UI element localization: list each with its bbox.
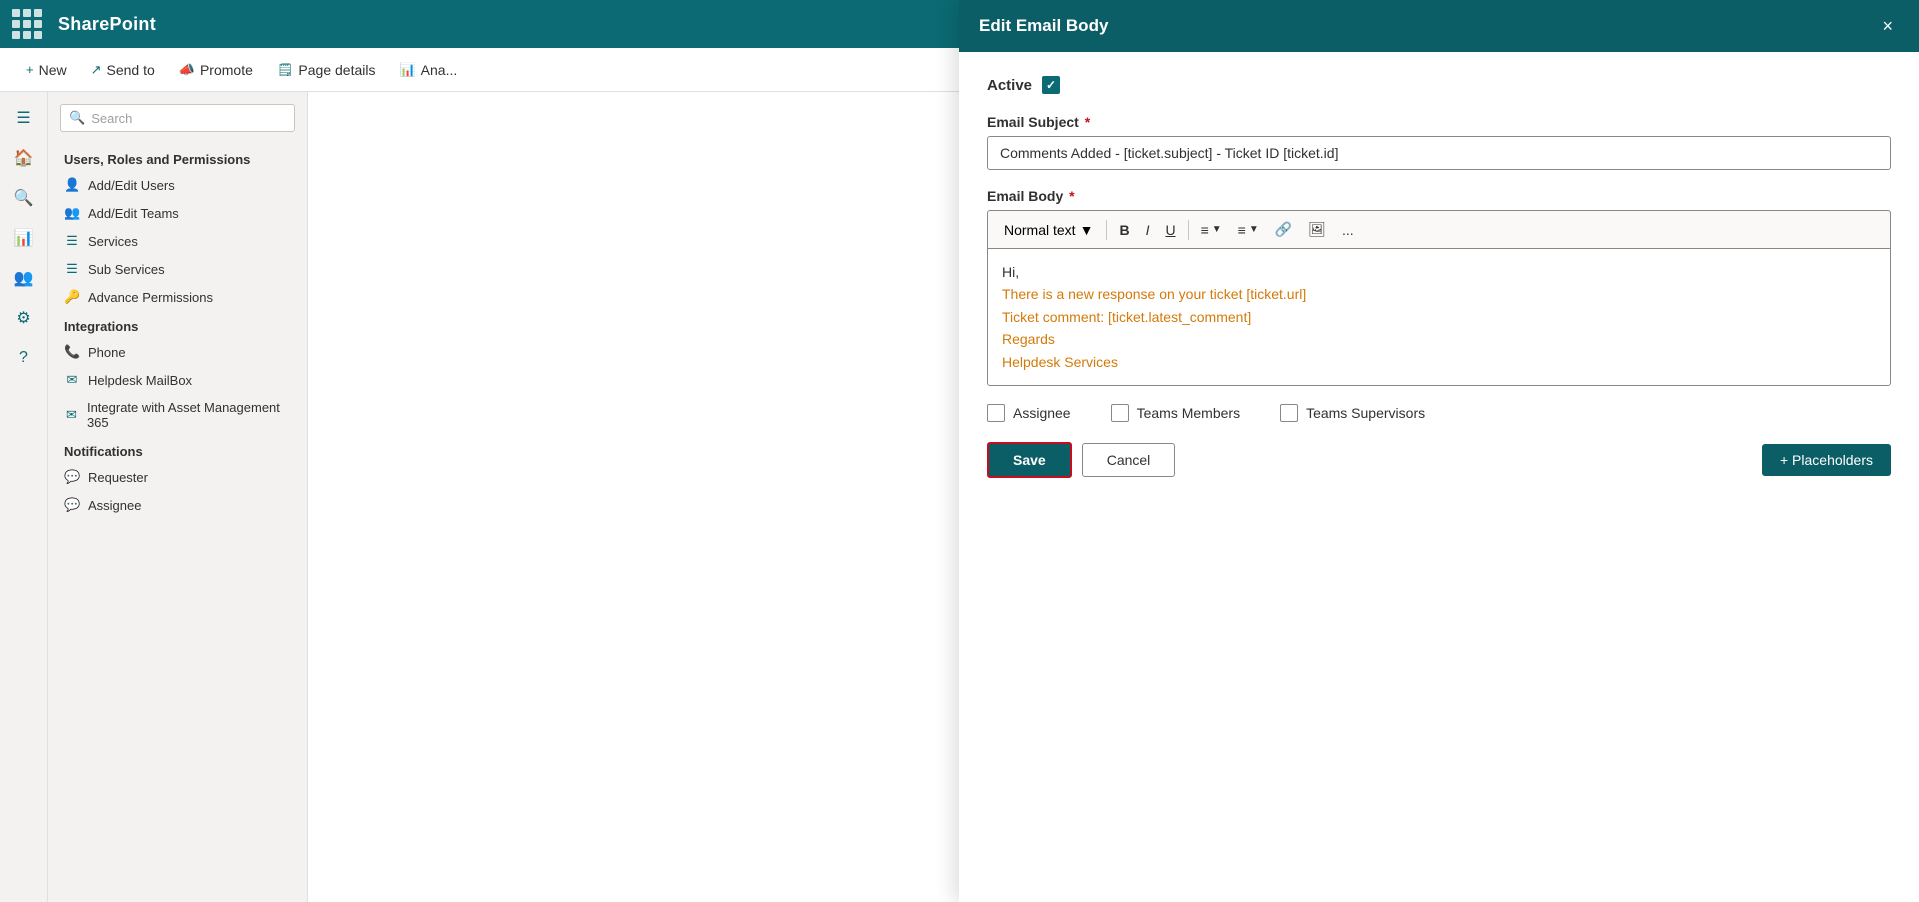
teams-supervisors-checkbox[interactable] — [1280, 404, 1298, 422]
format-dropdown-label: Normal text — [1004, 222, 1076, 238]
edit-email-body-modal: Edit Email Body × Active Email Subject *… — [959, 0, 1919, 902]
toolbar-separator-2 — [1188, 220, 1189, 240]
toolbar-italic-button[interactable]: I — [1139, 218, 1157, 242]
toolbar-more-button[interactable]: ... — [1335, 218, 1361, 242]
placeholders-button[interactable]: + Placeholders — [1762, 444, 1891, 476]
body-line-2: There is a new response on your ticket [… — [1002, 283, 1876, 305]
list-chevron-icon: ▼ — [1249, 224, 1259, 235]
active-row: Active — [987, 76, 1891, 94]
teams-members-checkbox[interactable] — [1111, 404, 1129, 422]
email-body-label: Email Body * — [987, 188, 1891, 204]
email-subject-input[interactable] — [987, 136, 1891, 170]
teams-supervisors-checkbox-item: Teams Supervisors — [1280, 404, 1425, 422]
format-dropdown-chevron-icon: ▼ — [1080, 222, 1094, 238]
assignee-checkbox[interactable] — [987, 404, 1005, 422]
email-body-editor[interactable]: Hi, There is a new response on your tick… — [987, 248, 1891, 386]
toolbar-align-button[interactable]: ≡ ▼ — [1194, 218, 1229, 242]
toolbar-image-button[interactable]: 🖼 — [1301, 217, 1333, 242]
body-line-4: Regards — [1002, 328, 1876, 350]
modal-close-button[interactable]: × — [1876, 12, 1899, 41]
toolbar-underline-button[interactable]: U — [1158, 218, 1182, 242]
modal-header: Edit Email Body × — [959, 0, 1919, 52]
teams-members-checkbox-item: Teams Members — [1111, 404, 1240, 422]
modal-backdrop: Edit Email Body × Active Email Subject *… — [0, 0, 1919, 902]
email-subject-label: Email Subject * — [987, 114, 1891, 130]
editor-toolbar: Normal text ▼ B I U ≡ ▼ ≡ ▼ 🔗 — [987, 210, 1891, 248]
modal-body: Active Email Subject * Email Body * Norm… — [959, 52, 1919, 902]
toolbar-list-button[interactable]: ≡ ▼ — [1231, 218, 1266, 242]
align-chevron-icon: ▼ — [1212, 224, 1222, 235]
assignee-checkbox-item: Assignee — [987, 404, 1071, 422]
format-dropdown[interactable]: Normal text ▼ — [996, 218, 1101, 242]
email-subject-required: * — [1085, 114, 1090, 130]
cancel-button[interactable]: Cancel — [1082, 443, 1176, 477]
active-checkbox[interactable] — [1042, 76, 1060, 94]
active-label: Active — [987, 77, 1032, 94]
teams-supervisors-checkbox-label: Teams Supervisors — [1306, 405, 1425, 421]
align-icon: ≡ — [1201, 222, 1209, 238]
toolbar-link-button[interactable]: 🔗 — [1268, 217, 1299, 242]
toolbar-separator-1 — [1106, 220, 1107, 240]
modal-title: Edit Email Body — [979, 16, 1108, 36]
save-button[interactable]: Save — [987, 442, 1072, 478]
body-line-5: Helpdesk Services — [1002, 351, 1876, 373]
toolbar-bold-button[interactable]: B — [1112, 218, 1136, 242]
assignee-checkbox-label: Assignee — [1013, 405, 1071, 421]
email-body-required: * — [1069, 188, 1074, 204]
body-line-1: Hi, — [1002, 261, 1876, 283]
body-line-3: Ticket comment: [ticket.latest_comment] — [1002, 306, 1876, 328]
list-icon: ≡ — [1238, 222, 1246, 238]
action-row: Save Cancel + Placeholders — [987, 442, 1891, 478]
teams-members-checkbox-label: Teams Members — [1137, 405, 1240, 421]
checkbox-row: Assignee Teams Members Teams Supervisors — [987, 404, 1891, 422]
